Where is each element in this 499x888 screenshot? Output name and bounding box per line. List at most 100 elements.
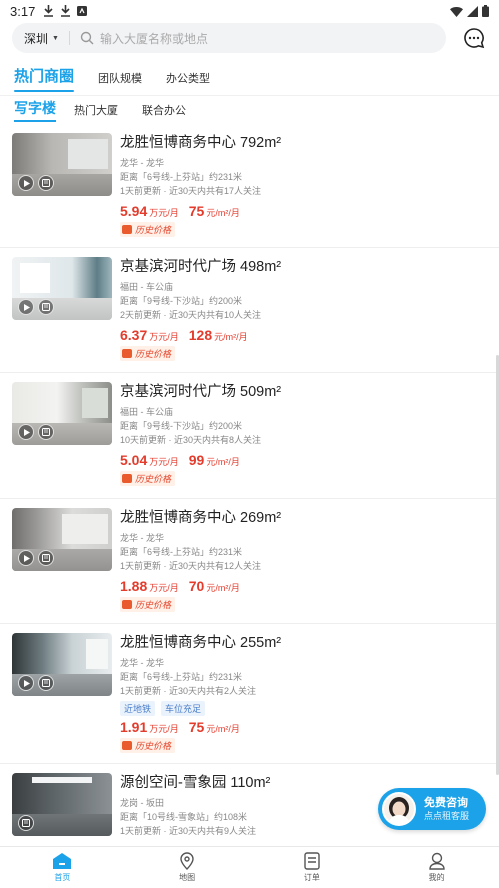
nav-map[interactable]: 地图	[125, 847, 250, 888]
listing-title: 龙胜恒博商务中心 269m²	[120, 510, 282, 526]
search-input[interactable]: 输入大厦名称或地点	[100, 30, 208, 47]
unit-price: 75	[188, 203, 205, 219]
listing-photo[interactable]	[12, 508, 112, 571]
vr-view-icon[interactable]	[18, 815, 34, 831]
listing-area: 龙华 - 龙华	[120, 533, 164, 543]
listing-distance: 距离「6号线-上芬站」约231米	[120, 172, 243, 182]
download-icon	[44, 5, 54, 17]
listing-photo[interactable]	[12, 257, 112, 320]
customer-service-button[interactable]: 免费咨询 点点租客服	[378, 788, 486, 830]
nav-label: 地图	[179, 873, 196, 882]
unit-price: 99	[188, 452, 205, 468]
video-play-icon[interactable]	[18, 675, 34, 691]
status-bar: 3:17	[0, 0, 499, 22]
nav-label: 首页	[54, 873, 71, 882]
category-tabs: 热门商圈 团队规模 办公类型	[14, 64, 234, 92]
listing-tags: 近地铁 车位充足	[120, 701, 487, 716]
tab-coworking[interactable]: 联合办公	[142, 102, 186, 122]
tab-team-size[interactable]: 团队规模	[98, 70, 142, 92]
video-play-icon[interactable]	[18, 175, 34, 191]
listing-card[interactable]: 龙胜恒博商务中心 792m² 龙华 - 龙华 距离「6号线-上芬站」约231米 …	[0, 124, 499, 248]
history-price-button[interactable]: 历史价格	[120, 597, 176, 612]
notification-icons	[43, 5, 88, 17]
listing-info: 京基滨河时代广场 498m² 福田 - 车公庙 距离「9号线-下沙站」约200米…	[120, 257, 487, 372]
video-play-icon[interactable]	[18, 424, 34, 440]
price-history-icon	[122, 225, 132, 234]
window-decoration	[86, 639, 108, 669]
listing-area: 龙华 - 龙华	[120, 658, 164, 668]
divider	[68, 31, 70, 45]
listing-area: 福田 - 车公庙	[120, 282, 173, 292]
listing-list: 龙胜恒博商务中心 792m² 龙华 - 龙华 距离「6号线-上芬站」约231米 …	[0, 124, 499, 846]
service-text: 免费咨询 点点租客服	[424, 796, 469, 822]
total-price-unit: 万元/月	[149, 583, 179, 593]
listing-card[interactable]: 京基滨河时代广场 509m² 福田 - 车公庙 距离「9号线-下沙站」约200米…	[0, 373, 499, 499]
service-subtitle: 点点租客服	[424, 811, 470, 821]
media-buttons	[18, 299, 54, 315]
unit-price-unit: 元/m²/月	[206, 583, 240, 593]
history-price-button[interactable]: 历史价格	[120, 222, 176, 237]
price-history-icon	[122, 349, 132, 358]
price-history-icon	[122, 600, 132, 609]
history-price-button[interactable]: 历史价格	[120, 738, 176, 753]
vr-view-icon[interactable]	[38, 424, 54, 440]
city-selector[interactable]: 深圳 ▼	[24, 30, 59, 47]
vr-view-icon[interactable]	[38, 175, 54, 191]
tag-parking: 车位充足	[161, 701, 206, 716]
listing-photo[interactable]	[12, 133, 112, 196]
tab-office-type[interactable]: 办公类型	[166, 70, 210, 92]
history-price-button[interactable]: 历史价格	[120, 471, 176, 486]
vr-view-icon[interactable]	[38, 550, 54, 566]
nav-profile[interactable]: 我的	[374, 847, 499, 888]
listing-photo[interactable]	[12, 382, 112, 445]
listing-distance: 距离「6号线-上芬站」约231米	[120, 672, 243, 682]
total-price-unit: 万元/月	[149, 724, 179, 734]
nav-orders[interactable]: 订单	[250, 847, 375, 888]
search-icon	[80, 31, 94, 45]
unit-price-unit: 元/m²/月	[206, 457, 240, 467]
video-play-icon[interactable]	[18, 550, 34, 566]
tab-office-building[interactable]: 写字楼	[14, 98, 56, 122]
service-title: 免费咨询	[424, 797, 468, 809]
order-icon	[303, 852, 321, 870]
history-price-button[interactable]: 历史价格	[120, 346, 176, 361]
agent-avatar	[382, 792, 416, 826]
listing-card[interactable]: 龙胜恒博商务中心 255m² 龙华 - 龙华 距离「6号线-上芬站」约231米 …	[0, 624, 499, 764]
price-row: 1.91 万元/月 75 元/m²/月	[120, 719, 487, 735]
listing-update: 1天前更新 · 近30天内共有17人关注	[120, 186, 262, 196]
listing-title: 龙胜恒博商务中心 255m²	[120, 635, 282, 651]
unit-price-unit: 元/m²/月	[206, 724, 240, 734]
sub-tabs: 写字楼 热门大厦 联合办公	[14, 98, 210, 122]
tab-hot-buildings[interactable]: 热门大厦	[74, 102, 118, 122]
vr-view-icon[interactable]	[38, 299, 54, 315]
nav-home[interactable]: 首页	[0, 847, 125, 888]
message-button[interactable]	[461, 25, 487, 51]
nav-label: 我的	[428, 873, 445, 882]
price-row: 6.37 万元/月 128 元/m²/月	[120, 327, 487, 343]
media-buttons	[18, 675, 54, 691]
listing-info: 龙胜恒博商务中心 269m² 龙华 - 龙华 距离「6号线-上芬站」约231米 …	[120, 508, 487, 623]
window-decoration	[82, 388, 108, 418]
video-play-icon[interactable]	[18, 299, 34, 315]
wifi-icon	[450, 6, 463, 17]
price-row: 5.04 万元/月 99 元/m²/月	[120, 452, 487, 468]
total-price: 1.88	[120, 578, 148, 594]
tab-hot-districts[interactable]: 热门商圈	[14, 65, 75, 92]
vr-view-icon[interactable]	[38, 675, 54, 691]
unit-price: 128	[188, 327, 213, 343]
status-time: 3:17	[10, 3, 36, 19]
history-price-label: 历史价格	[135, 474, 172, 484]
listing-card[interactable]: 京基滨河时代广场 498m² 福田 - 车公庙 距离「9号线-下沙站」约200米…	[0, 248, 499, 373]
media-buttons	[18, 175, 54, 191]
history-price-label: 历史价格	[135, 741, 172, 751]
app-notification-icon	[77, 6, 88, 16]
listing-photo[interactable]	[12, 633, 112, 696]
listing-title: 京基滨河时代广场 509m²	[120, 384, 282, 400]
listing-photo[interactable]	[12, 773, 112, 836]
total-price: 5.04	[120, 452, 148, 468]
total-price-unit: 万元/月	[149, 332, 179, 342]
listing-card[interactable]: 龙胜恒博商务中心 269m² 龙华 - 龙华 距离「6号线-上芬站」约231米 …	[0, 499, 499, 624]
bottom-nav: 首页 地图 订单 我的	[0, 846, 499, 888]
total-price-unit: 万元/月	[149, 457, 179, 467]
history-price-label: 历史价格	[135, 349, 172, 359]
